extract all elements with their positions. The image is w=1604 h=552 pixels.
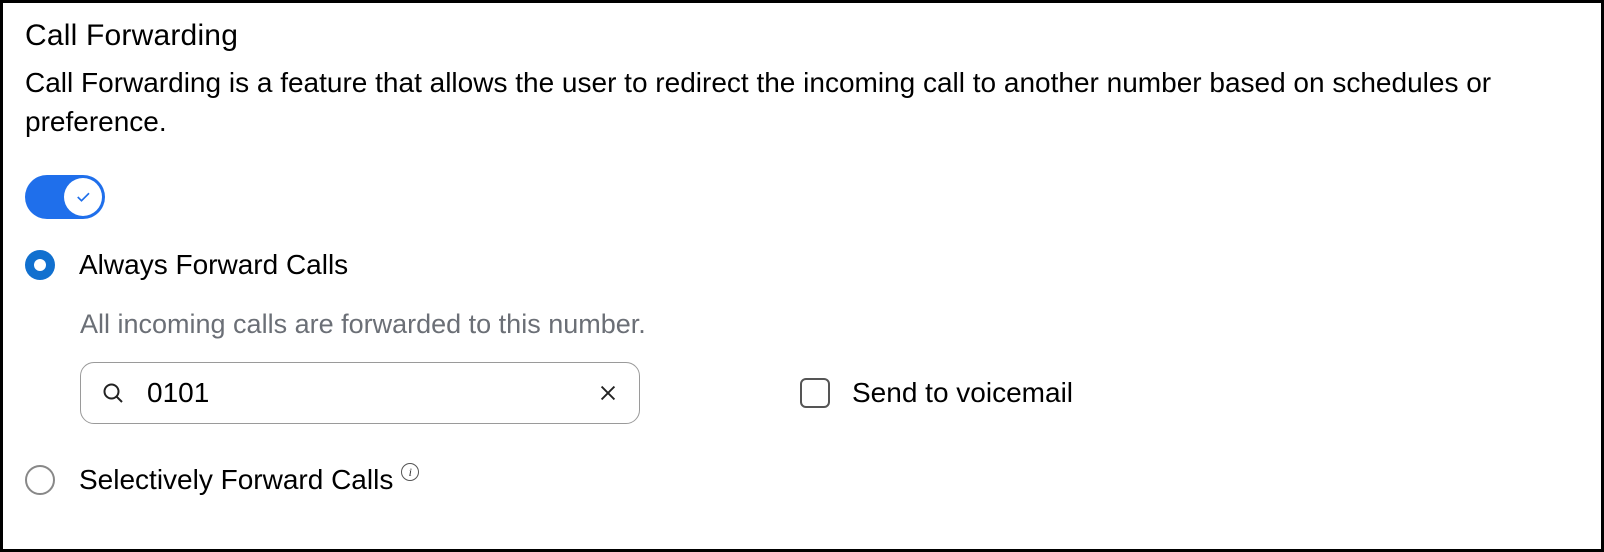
always-block: All incoming calls are forwarded to this… xyxy=(80,309,1579,424)
input-row: Send to voicemail xyxy=(80,362,1579,424)
always-hint: All incoming calls are forwarded to this… xyxy=(80,309,1579,340)
voicemail-label: Send to voicemail xyxy=(852,377,1073,409)
clear-icon[interactable] xyxy=(597,382,619,404)
call-forwarding-panel: Call Forwarding Call Forwarding is a fea… xyxy=(0,0,1604,552)
info-icon[interactable]: i xyxy=(401,463,419,481)
panel-title: Call Forwarding xyxy=(25,19,1579,53)
forward-number-input[interactable] xyxy=(147,377,575,409)
check-icon xyxy=(74,188,92,206)
radio-always[interactable] xyxy=(25,250,55,280)
option-always-row: Always Forward Calls xyxy=(25,249,1579,281)
voicemail-checkbox[interactable] xyxy=(800,378,830,408)
option-selective-labelwrap: Selectively Forward Calls i xyxy=(79,464,419,496)
option-selective-row: Selectively Forward Calls i xyxy=(25,464,1579,496)
option-selective-label: Selectively Forward Calls xyxy=(79,464,393,496)
panel-description: Call Forwarding is a feature that allows… xyxy=(25,63,1579,141)
enable-toggle[interactable] xyxy=(25,175,105,219)
search-icon xyxy=(101,381,125,405)
voicemail-wrap: Send to voicemail xyxy=(800,377,1073,409)
option-always-label: Always Forward Calls xyxy=(79,249,348,281)
toggle-knob xyxy=(64,178,102,216)
forward-number-field-wrap xyxy=(80,362,640,424)
radio-selective[interactable] xyxy=(25,465,55,495)
